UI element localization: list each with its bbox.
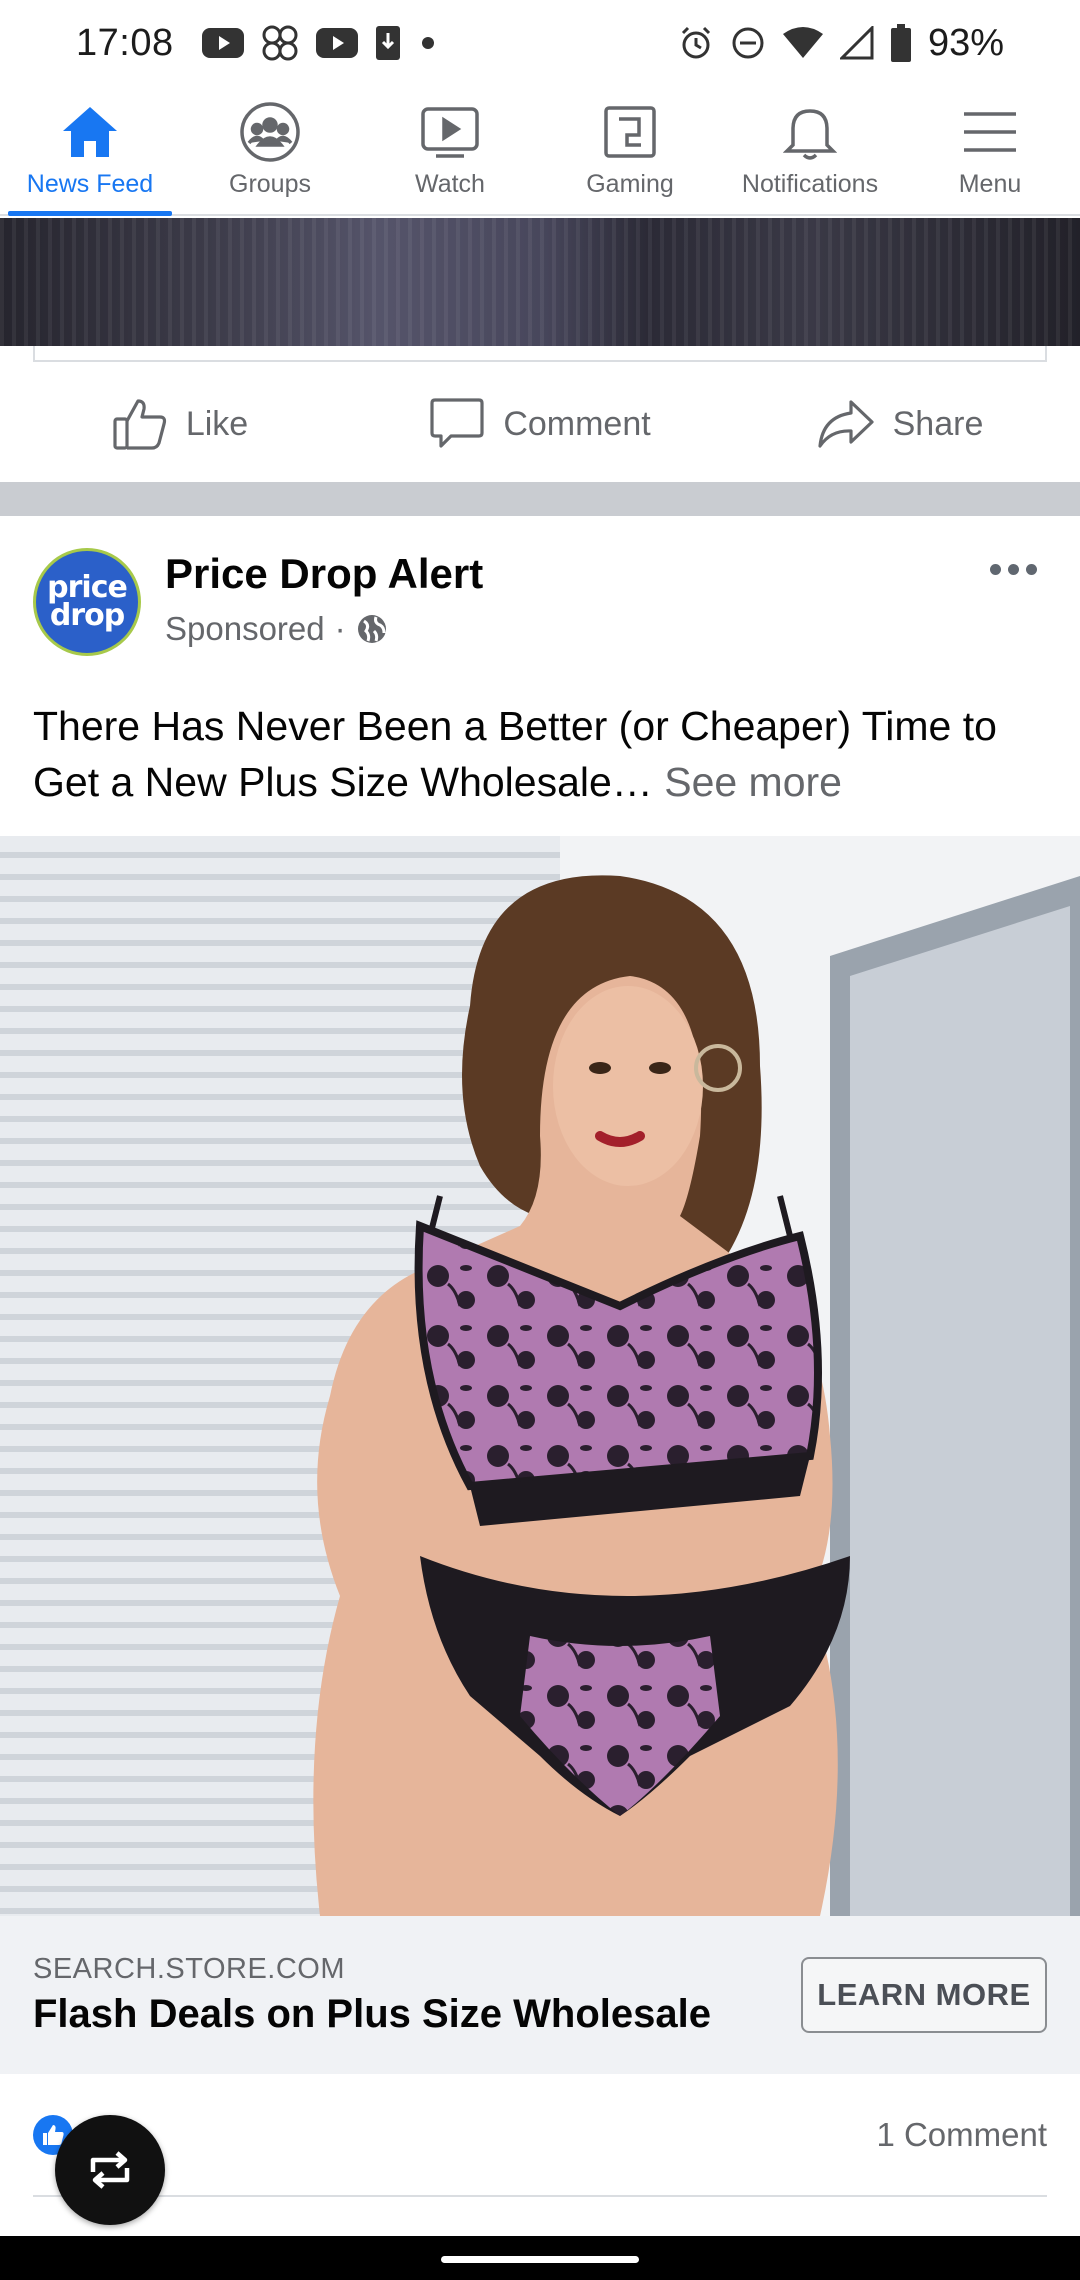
signal-icon (839, 26, 874, 60)
tab-label: News Feed (26, 170, 154, 198)
battery-icon (890, 24, 911, 62)
tab-gaming[interactable]: Gaming (540, 86, 720, 214)
tab-label: Notifications (741, 170, 879, 198)
wifi-icon (782, 27, 823, 58)
like-icon (113, 399, 166, 450)
more-dot (1026, 564, 1037, 575)
ad-image[interactable] (0, 836, 1080, 1916)
download-icon (375, 26, 400, 60)
tab-news-feed[interactable]: News Feed (0, 86, 180, 216)
link-headline: Flash Deals on Plus Size Wholesale (33, 1992, 711, 2036)
alarm-icon (681, 26, 710, 59)
home-indicator[interactable] (441, 2256, 639, 2263)
youtube-icon (201, 28, 244, 58)
reactions-row: 4 1 Comment (33, 2100, 1047, 2170)
watch-icon (418, 100, 482, 164)
link-preview[interactable]: SEARCH.STORE.COM Flash Deals on Plus Siz… (0, 1916, 1080, 2074)
learn-more-button[interactable]: LEARN MORE (801, 1957, 1047, 2033)
post-meta: Price Drop Alert Sponsored · (165, 548, 483, 648)
do-not-disturb-icon (732, 27, 764, 59)
share-button[interactable]: Share (720, 399, 1080, 449)
avatar-text-line: drop (49, 598, 125, 633)
tab-label: Gaming (586, 170, 674, 198)
tab-notifications[interactable]: Notifications (720, 86, 900, 214)
page-avatar[interactable]: price drop (33, 548, 141, 656)
comment-button[interactable]: Comment (360, 397, 720, 451)
more-dot (1008, 564, 1019, 575)
tab-label: Watch (415, 170, 485, 198)
previous-post-card-edge (33, 346, 1047, 362)
status-bar: 17:08 93% (0, 0, 1080, 86)
like-button[interactable]: Like (0, 397, 360, 451)
previous-post-image[interactable] (0, 218, 1080, 346)
link-text: SEARCH.STORE.COM Flash Deals on Plus Siz… (33, 1953, 711, 2037)
post-action-row: Like Comment Share (0, 372, 1080, 476)
share-icon (818, 400, 874, 448)
see-more-link[interactable]: See more (664, 759, 842, 805)
home-icon (58, 100, 122, 164)
status-notification-icons (201, 23, 438, 63)
feed-separator (0, 482, 1080, 516)
sponsored-row: Sponsored · (165, 610, 483, 648)
status-time: 17:08 (76, 21, 174, 64)
like-label: Like (185, 404, 249, 443)
post-header: price drop Price Drop Alert Sponsored · (33, 548, 1047, 668)
product-photo (0, 836, 1080, 1916)
separator-dot: · (334, 610, 346, 647)
tab-watch[interactable]: Watch (360, 86, 540, 214)
share-label: Share (892, 404, 984, 443)
comment-count[interactable]: 1 Comment (876, 2116, 1047, 2154)
tab-groups[interactable]: Groups (180, 86, 360, 214)
app-icon (262, 25, 298, 61)
post-text: There Has Never Been a Better (or Cheape… (33, 698, 1053, 810)
youtube-icon (315, 28, 358, 58)
menu-icon (958, 100, 1022, 164)
groups-icon (238, 100, 302, 164)
more-options-button[interactable] (980, 554, 1047, 585)
gaming-icon (598, 100, 662, 164)
tab-menu[interactable]: Menu (900, 86, 1080, 214)
more-dot (990, 564, 1001, 575)
bell-icon (778, 100, 842, 164)
tab-label: Groups (229, 170, 311, 198)
post-body: There Has Never Been a Better (or Cheape… (33, 703, 997, 805)
sponsored-label[interactable]: Sponsored (165, 610, 325, 648)
tab-label: Menu (958, 170, 1022, 198)
dot-icon (421, 37, 434, 49)
repeat-icon (90, 2151, 130, 2189)
comment-icon (430, 398, 484, 448)
battery-percentage: 93% (927, 21, 1004, 64)
page-name[interactable]: Price Drop Alert (165, 550, 483, 598)
floating-repost-button[interactable] (55, 2115, 165, 2225)
comment-label: Comment (503, 404, 651, 443)
top-navigation: News Feed Groups Watch Gaming Notificati… (0, 86, 1080, 216)
divider (33, 2195, 1047, 2197)
link-domain: SEARCH.STORE.COM (33, 1953, 346, 1985)
globe-icon (357, 615, 386, 643)
status-system-icons: 93% (678, 22, 1004, 65)
